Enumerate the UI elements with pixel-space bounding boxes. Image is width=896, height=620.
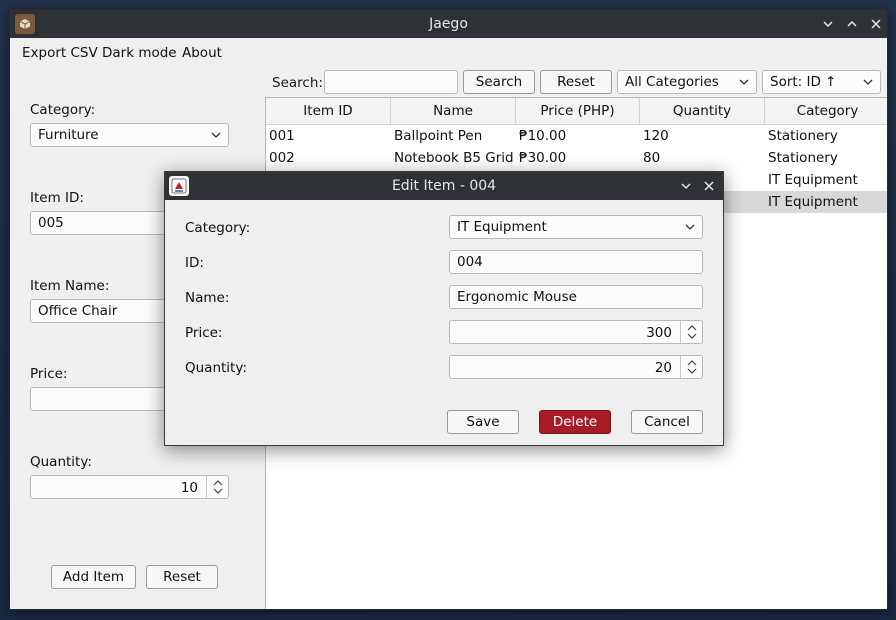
column-header-price[interactable]: Price (PHP)	[516, 98, 640, 125]
dialog-titlebar[interactable]: Edit Item - 004	[165, 172, 723, 200]
chevron-down-icon	[211, 132, 221, 138]
window-titlebar[interactable]: Jaego	[10, 10, 887, 38]
sort-value: Sort: ID ↑	[770, 74, 837, 90]
table-row[interactable]: 001 Ballpoint Pen ₱10.00 120 Stationery	[266, 125, 887, 147]
dialog-id-label: ID:	[185, 255, 204, 271]
cell-price: ₱30.00	[519, 150, 567, 166]
edit-item-dialog: Edit Item - 004 Category: IT Equipment I…	[164, 171, 724, 446]
category-filter-select[interactable]: All Categories	[617, 70, 757, 94]
price-label: Price:	[30, 366, 68, 382]
up-down-arrows-icon	[213, 480, 223, 494]
minimize-icon[interactable]	[818, 14, 838, 34]
up-down-arrows-icon	[687, 325, 697, 339]
item-name-label: Item Name:	[30, 278, 110, 294]
column-header-name[interactable]: Name	[391, 98, 516, 125]
save-button[interactable]: Save	[447, 410, 519, 434]
dialog-quantity-value: 20	[654, 360, 672, 376]
quantity-stepper[interactable]: 10	[30, 475, 229, 499]
dialog-quantity-label: Quantity:	[185, 360, 247, 376]
menu-dark-mode[interactable]: Dark mode	[102, 45, 177, 61]
dialog-quantity-stepper[interactable]: 20	[449, 355, 703, 379]
menu-about[interactable]: About	[182, 45, 222, 61]
up-down-arrows-icon	[687, 360, 697, 374]
dialog-close-icon[interactable]	[699, 176, 719, 196]
item-id-label: Item ID:	[30, 190, 84, 206]
cancel-button[interactable]: Cancel	[631, 410, 703, 434]
cell-category: Stationery	[768, 128, 838, 144]
menubar: Export CSV Dark mode About	[10, 38, 887, 66]
column-header-category[interactable]: Category	[765, 98, 887, 125]
toolbar-reset-button[interactable]: Reset	[540, 70, 612, 94]
maximize-icon[interactable]	[842, 14, 862, 34]
stepper-arrows[interactable]	[680, 356, 702, 378]
dialog-title: Edit Item - 004	[391, 178, 497, 194]
cell-id: 001	[269, 128, 295, 144]
column-header-item-id[interactable]: Item ID	[266, 98, 391, 125]
cell-price: ₱10.00	[519, 128, 567, 144]
cell-category: Stationery	[768, 150, 838, 166]
delete-button[interactable]: Delete	[539, 410, 611, 434]
form-reset-button[interactable]: Reset	[146, 565, 218, 589]
chevron-down-icon	[863, 79, 873, 85]
cell-category: IT Equipment	[768, 194, 858, 210]
dialog-name-input[interactable]: Ergonomic Mouse	[449, 285, 703, 309]
dialog-price-value: 300	[646, 325, 672, 341]
dialog-price-label: Price:	[185, 325, 223, 341]
cell-name: Ballpoint Pen	[394, 128, 483, 144]
sort-select[interactable]: Sort: ID ↑	[762, 70, 881, 94]
dialog-minimize-icon[interactable]	[676, 176, 696, 196]
category-value: Furniture	[38, 127, 99, 143]
category-label: Category:	[30, 102, 96, 118]
window-title: Jaego	[429, 16, 468, 32]
search-label: Search:	[272, 75, 323, 91]
menu-export-csv[interactable]: Export CSV	[22, 45, 98, 61]
cell-quantity: 120	[643, 128, 669, 144]
chevron-down-icon	[685, 224, 695, 230]
category-select[interactable]: Furniture	[30, 123, 229, 147]
cell-quantity: 80	[643, 150, 661, 166]
chevron-down-icon	[739, 79, 749, 85]
cell-name: Notebook B5 Grid	[394, 150, 514, 166]
add-item-button[interactable]: Add Item	[51, 565, 136, 589]
table-header: Item ID Name Price (PHP) Quantity Catego…	[266, 98, 887, 125]
cell-category: IT Equipment	[768, 172, 858, 188]
dialog-category-value: IT Equipment	[457, 219, 547, 235]
dialog-category-label: Category:	[185, 220, 251, 236]
stepper-arrows[interactable]	[206, 476, 228, 498]
stepper-arrows[interactable]	[680, 321, 702, 343]
quantity-label: Quantity:	[30, 454, 92, 470]
dialog-category-select[interactable]: IT Equipment	[449, 215, 703, 239]
column-header-quantity[interactable]: Quantity	[640, 98, 765, 125]
dialog-price-stepper[interactable]: 300	[449, 320, 703, 344]
quantity-value: 10	[180, 480, 198, 496]
search-input[interactable]	[324, 70, 458, 94]
close-icon[interactable]	[866, 14, 886, 34]
table-row[interactable]: 002 Notebook B5 Grid ₱30.00 80 Stationer…	[266, 147, 887, 169]
category-filter-value: All Categories	[625, 74, 719, 90]
dialog-id-input[interactable]: 004	[449, 250, 703, 274]
dialog-name-label: Name:	[185, 290, 230, 306]
search-button[interactable]: Search	[463, 70, 535, 94]
cell-id: 002	[269, 150, 295, 166]
